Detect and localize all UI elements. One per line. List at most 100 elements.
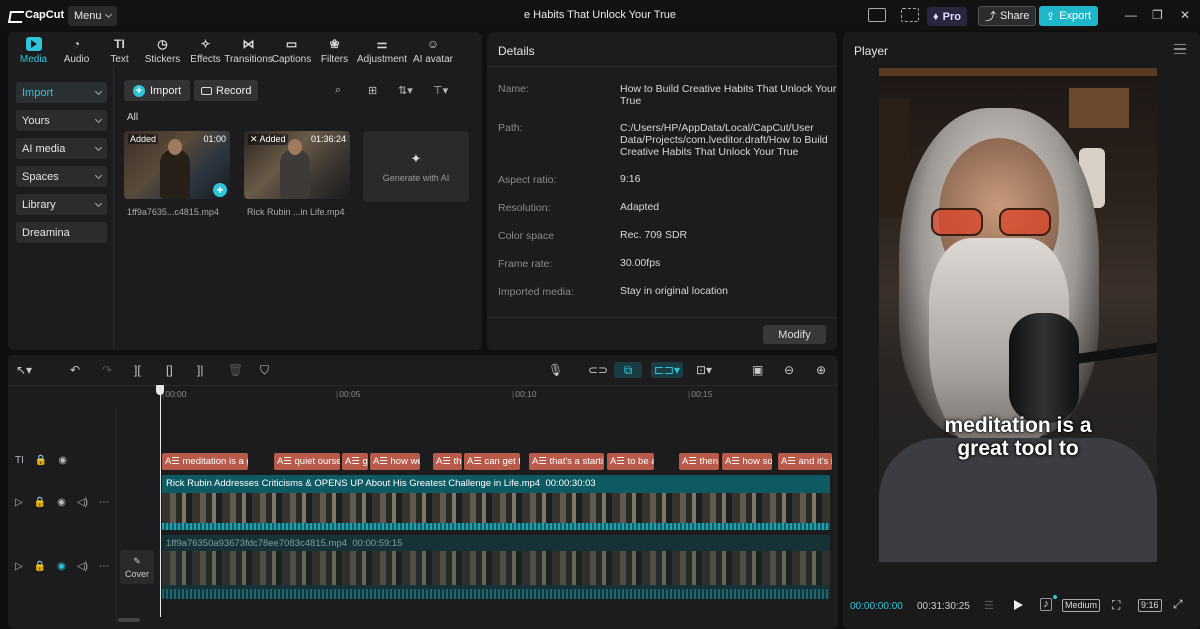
generate-with-ai-button[interactable]: ✦ Generate with AI bbox=[363, 131, 469, 202]
tab-label: AI avatar bbox=[412, 54, 454, 65]
cover-button[interactable]: ✎ Cover bbox=[120, 550, 154, 584]
select-cursor-icon[interactable]: ↖▾ bbox=[16, 363, 32, 377]
tab-filters[interactable]: ❀ Filters bbox=[313, 32, 356, 68]
eye-icon[interactable]: ◉ bbox=[57, 497, 66, 508]
ratio-selector[interactable]: 9:16 bbox=[1138, 599, 1162, 612]
text-clip[interactable]: A☰ ge bbox=[342, 453, 368, 470]
close-icon[interactable]: ✕ bbox=[1180, 8, 1190, 22]
detail-label: Imported media: bbox=[498, 286, 574, 298]
sidebar-item-library[interactable]: Library bbox=[16, 194, 107, 215]
sidebar-item-dreamina[interactable]: Dreamina bbox=[16, 222, 107, 243]
text-clip[interactable]: A☰ how so bbox=[722, 453, 772, 470]
effects-icon: ✧ bbox=[200, 37, 211, 51]
add-to-timeline-icon[interactable]: + bbox=[213, 183, 227, 197]
microphone-icon[interactable]: 🎙 bbox=[548, 363, 563, 377]
undo-icon[interactable]: ↶ bbox=[70, 363, 80, 377]
tab-stickers[interactable]: ◷ Stickers bbox=[141, 32, 184, 68]
eye-icon[interactable]: ◉ bbox=[58, 455, 67, 466]
fullscreen-icon[interactable]: ⤢ bbox=[1173, 597, 1183, 612]
menu-button[interactable]: Menu bbox=[68, 6, 117, 26]
shield-icon[interactable]: ⛉ bbox=[260, 363, 269, 378]
eye-icon[interactable]: ◉ bbox=[57, 561, 66, 572]
magnet-icon[interactable]: ⧉ bbox=[614, 362, 642, 378]
tab-audio[interactable]: ◔ Audio bbox=[55, 32, 98, 68]
search-icon[interactable]: ⌕ bbox=[335, 84, 341, 97]
split-left-icon[interactable]: [] bbox=[166, 363, 173, 377]
sort-icon[interactable]: ⇅▾ bbox=[398, 84, 413, 97]
sidebar-item-yours[interactable]: Yours bbox=[16, 110, 107, 131]
tab-label: Transitions bbox=[224, 54, 273, 65]
playhead[interactable] bbox=[156, 385, 164, 617]
split-icon[interactable]: ][ bbox=[134, 363, 141, 377]
text-clip[interactable]: A☰ to be a bbox=[607, 453, 654, 470]
timeline-view-icon[interactable]: ☰ bbox=[984, 599, 994, 612]
zoom-in-icon[interactable]: ⊕ bbox=[816, 363, 826, 377]
clip-name: Rick Rubin Addresses Criticisms & OPENS … bbox=[166, 478, 541, 489]
speaker-icon[interactable]: ◁) bbox=[77, 561, 88, 572]
media-item[interactable]: Added 01:00 + bbox=[124, 131, 230, 199]
text-clip[interactable]: A☰ then bbox=[679, 453, 719, 470]
thumbnail-figure bbox=[280, 139, 310, 199]
maximize-icon[interactable]: ❐ bbox=[1152, 8, 1163, 22]
horizontal-scrollbar[interactable] bbox=[118, 618, 140, 622]
text-clip[interactable]: A☰ meditation is a g bbox=[162, 453, 248, 470]
tab-media[interactable]: Media bbox=[12, 32, 55, 68]
layout-icon[interactable] bbox=[868, 8, 886, 22]
chevron-down-icon bbox=[94, 199, 103, 207]
text-clip[interactable]: A☰ that's a starti bbox=[529, 453, 604, 470]
media-item-name: 1ff9a7635...c4815.mp4 bbox=[127, 207, 219, 217]
speaker-icon[interactable]: ◁) bbox=[77, 497, 88, 508]
media-item[interactable]: ✕ Added 01:36:24 bbox=[244, 131, 350, 199]
delete-icon[interactable]: 🗑 bbox=[228, 363, 243, 377]
caption-line: meditation is a bbox=[944, 414, 1092, 437]
text-clip[interactable]: A☰ how we bbox=[370, 453, 420, 470]
more-icon[interactable]: ⋯ bbox=[99, 497, 109, 508]
sidebar-item-ai-media[interactable]: AI media bbox=[16, 138, 107, 159]
import-button[interactable]: + Import bbox=[124, 80, 191, 101]
filter-icon[interactable]: ⊤▾ bbox=[433, 84, 448, 97]
tab-ai-avatar[interactable]: ☺ AI avatar bbox=[408, 32, 458, 68]
tab-effects[interactable]: ✧ Effects bbox=[184, 32, 227, 68]
zoom-out-icon[interactable]: ⊖ bbox=[784, 363, 794, 377]
audio-waveform bbox=[162, 589, 830, 599]
sparkle-icon: ✦ bbox=[410, 150, 422, 166]
video-preview[interactable]: meditation is a great tool to bbox=[879, 68, 1157, 562]
fit-timeline-icon[interactable]: ▣ bbox=[752, 363, 763, 377]
sidebar-item-import[interactable]: Import bbox=[16, 82, 107, 103]
minimize-icon[interactable]: — bbox=[1125, 8, 1137, 22]
text-clip[interactable]: A☰ and it's in bbox=[778, 453, 832, 470]
crop-icon[interactable]: ⛶ bbox=[1112, 598, 1120, 613]
keyboard-icon[interactable] bbox=[901, 8, 919, 22]
redo-icon[interactable]: ↷ bbox=[102, 363, 112, 377]
split-right-icon[interactable]: ]| bbox=[197, 363, 203, 377]
cover-label: Cover bbox=[124, 568, 149, 579]
pro-button[interactable]: ♦ Pro bbox=[927, 7, 967, 26]
modify-button[interactable]: Modify bbox=[763, 325, 826, 344]
lock-icon[interactable]: 🔒 bbox=[34, 561, 46, 572]
record-button[interactable]: Record bbox=[194, 80, 259, 101]
tiktok-icon[interactable]: ♪ bbox=[1040, 598, 1052, 611]
tab-transitions[interactable]: ⋈ Transitions bbox=[224, 32, 273, 68]
export-button[interactable]: ⇪ Export bbox=[1039, 6, 1099, 26]
lock-icon[interactable]: 🔒 bbox=[35, 455, 47, 466]
more-icon[interactable]: ⋯ bbox=[99, 561, 109, 572]
quality-selector[interactable]: Medium bbox=[1062, 599, 1101, 612]
main-video-clip[interactable]: Rick Rubin Addresses Criticisms & OPENS … bbox=[162, 475, 830, 530]
sidebar-item-spaces[interactable]: Spaces bbox=[16, 166, 107, 187]
timeline-ruler[interactable]: 00:00 00:05 00:10 00:15 bbox=[160, 385, 838, 407]
text-clip[interactable]: A☰ can get t bbox=[464, 453, 520, 470]
grid-view-icon[interactable]: ⊞ bbox=[368, 84, 377, 97]
lock-icon[interactable]: 🔒 bbox=[34, 497, 46, 508]
link-clips-icon[interactable]: ⊂⊃ bbox=[588, 363, 608, 377]
text-clip[interactable]: A☰ th bbox=[433, 453, 462, 470]
tab-captions[interactable]: ▭ Captions bbox=[270, 32, 313, 68]
auto-snap-icon[interactable]: ⊏⊐▾ bbox=[651, 362, 683, 378]
sub-video-clip[interactable]: 1ff9a76350a93673fdc78ee7083c4815.mp4 00:… bbox=[162, 535, 830, 599]
hamburger-menu-icon[interactable] bbox=[1174, 44, 1186, 54]
play-icon[interactable] bbox=[1014, 600, 1023, 610]
share-button[interactable]: ⤴ Share bbox=[978, 6, 1037, 26]
preview-axis-icon[interactable]: ⊡▾ bbox=[696, 363, 712, 377]
tab-adjustment[interactable]: ⚌ Adjustment bbox=[356, 32, 408, 68]
tab-text[interactable]: TI Text bbox=[98, 32, 141, 68]
text-clip[interactable]: A☰ quiet ourse bbox=[274, 453, 340, 470]
